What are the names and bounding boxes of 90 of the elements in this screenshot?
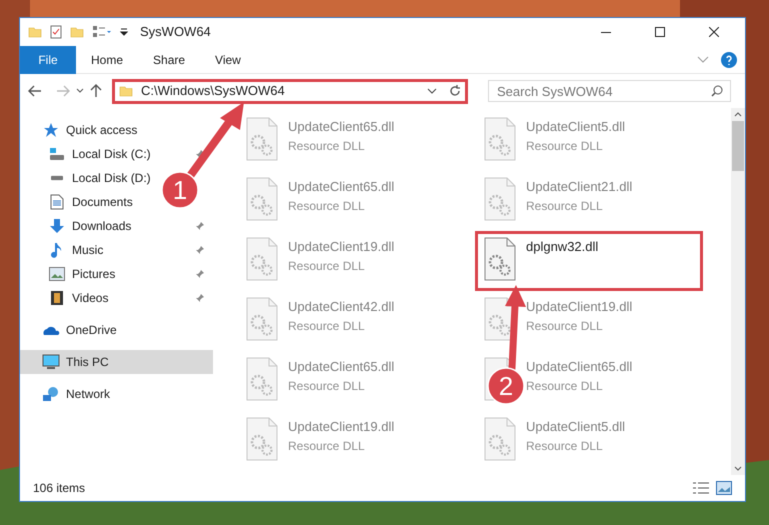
sidebar-item[interactable]: OneDrive: [20, 318, 213, 342]
file-name: UpdateClient65.dll: [288, 178, 394, 196]
step-badge: 1: [161, 171, 199, 209]
file-tab[interactable]: File: [20, 46, 76, 74]
new-folder-icon: [70, 25, 84, 39]
chevron-down-icon[interactable]: [76, 88, 84, 94]
folder-icon: [119, 84, 133, 98]
refresh-icon[interactable]: [449, 85, 461, 97]
scroll-down-icon[interactable]: [734, 466, 742, 471]
file-name: UpdateClient5.dll: [526, 418, 626, 436]
address-field[interactable]: C:\Windows\SysWOW64: [112, 78, 468, 104]
gear-file-icon: [246, 357, 278, 401]
search-icon[interactable]: [711, 85, 723, 97]
close-icon: [709, 27, 719, 37]
item-count: 106 items: [33, 480, 86, 497]
scroll-thumb[interactable]: [732, 121, 744, 171]
gear-file-icon: [484, 117, 516, 161]
file-type: Resource DLL: [526, 138, 604, 154]
network-icon: [42, 386, 60, 402]
list-view-icon[interactable]: [92, 25, 112, 39]
large-icons-view-icon[interactable]: [716, 481, 732, 495]
file-name: UpdateClient65.dll: [288, 358, 394, 376]
ribbon-tab[interactable]: Home: [76, 46, 138, 74]
file-type: Resource DLL: [526, 378, 604, 394]
file-name: UpdateClient5.dll: [526, 118, 626, 136]
sidebar-item[interactable]: This PC: [20, 350, 213, 374]
up-arrow-icon[interactable]: [90, 84, 102, 98]
ribbon-tab[interactable]: View: [200, 46, 256, 74]
file-type: Resource DLL: [288, 198, 366, 214]
picture-icon: [49, 267, 65, 281]
sidebar-item[interactable]: Music: [20, 238, 213, 262]
sidebar-item[interactable]: Local Disk (C:): [20, 142, 213, 166]
maximize-icon: [655, 27, 665, 37]
help-icon[interactable]: [721, 52, 737, 68]
file-type: Resource DLL: [526, 318, 604, 334]
file-type: Resource DLL: [288, 378, 366, 394]
back-arrow-icon[interactable]: [28, 85, 42, 97]
pin-icon[interactable]: [195, 293, 205, 303]
sidebar-item[interactable]: Network: [20, 382, 213, 406]
gear-file-icon: [246, 237, 278, 281]
drive-icon: [49, 147, 65, 161]
file-type: Resource DLL: [288, 438, 366, 454]
file-name: UpdateClient19.dll: [288, 418, 394, 436]
details-view-icon[interactable]: [692, 481, 710, 495]
sidebar-item[interactable]: Downloads: [20, 214, 213, 238]
music-note-icon: [50, 242, 64, 258]
search-field[interactable]: Search SysWOW64: [488, 80, 731, 102]
document-icon: [50, 194, 64, 210]
file-name: UpdateClient21.dll: [526, 178, 632, 196]
star-icon: [43, 122, 59, 138]
folder-icon: [28, 25, 42, 39]
gear-file-icon: [484, 177, 516, 221]
cloud-icon: [42, 324, 60, 336]
monitor-icon: [42, 354, 60, 370]
step-badge: 2: [487, 367, 525, 405]
dropdown-icon[interactable]: [120, 27, 128, 37]
file-name: UpdateClient19.dll: [288, 238, 394, 256]
highlighted-file-item[interactable]: dplgnw32.dll: [475, 231, 703, 291]
scrollbar[interactable]: [731, 108, 745, 475]
properties-icon[interactable]: [50, 25, 62, 39]
gear-file-icon: [246, 177, 278, 221]
file-name: UpdateClient65.dll: [288, 118, 394, 136]
scroll-up-icon[interactable]: [734, 112, 742, 117]
gear-file-icon: [484, 237, 516, 281]
file-name: UpdateClient42.dll: [288, 298, 394, 316]
film-icon: [50, 290, 64, 306]
window-title: SysWOW64: [140, 23, 211, 42]
pin-icon[interactable]: [195, 221, 205, 231]
file-name: UpdateClient65.dll: [526, 358, 632, 376]
gear-file-icon: [246, 117, 278, 161]
file-type: Resource DLL: [288, 258, 366, 274]
drive-icon: [49, 175, 65, 181]
gear-file-icon: [246, 297, 278, 341]
ribbon-tab[interactable]: Share: [138, 46, 200, 74]
file-type: Resource DLL: [288, 138, 366, 154]
file-type: Resource DLL: [288, 318, 366, 334]
chevron-down-icon[interactable]: [427, 88, 437, 94]
gear-file-icon: [484, 417, 516, 461]
sidebar-item[interactable]: Quick access: [20, 118, 213, 142]
file-name: UpdateClient19.dll: [526, 298, 632, 316]
gear-file-icon: [246, 417, 278, 461]
pin-icon[interactable]: [195, 245, 205, 255]
sidebar-item[interactable]: Pictures: [20, 262, 213, 286]
pin-icon[interactable]: [195, 269, 205, 279]
sidebar-item[interactable]: Videos: [20, 286, 213, 310]
file-type: Resource DLL: [526, 438, 604, 454]
file-name: dplgnw32.dll: [526, 238, 598, 256]
download-arrow-icon: [49, 218, 65, 234]
pin-icon[interactable]: [195, 149, 205, 159]
file-type: Resource DLL: [526, 198, 604, 214]
